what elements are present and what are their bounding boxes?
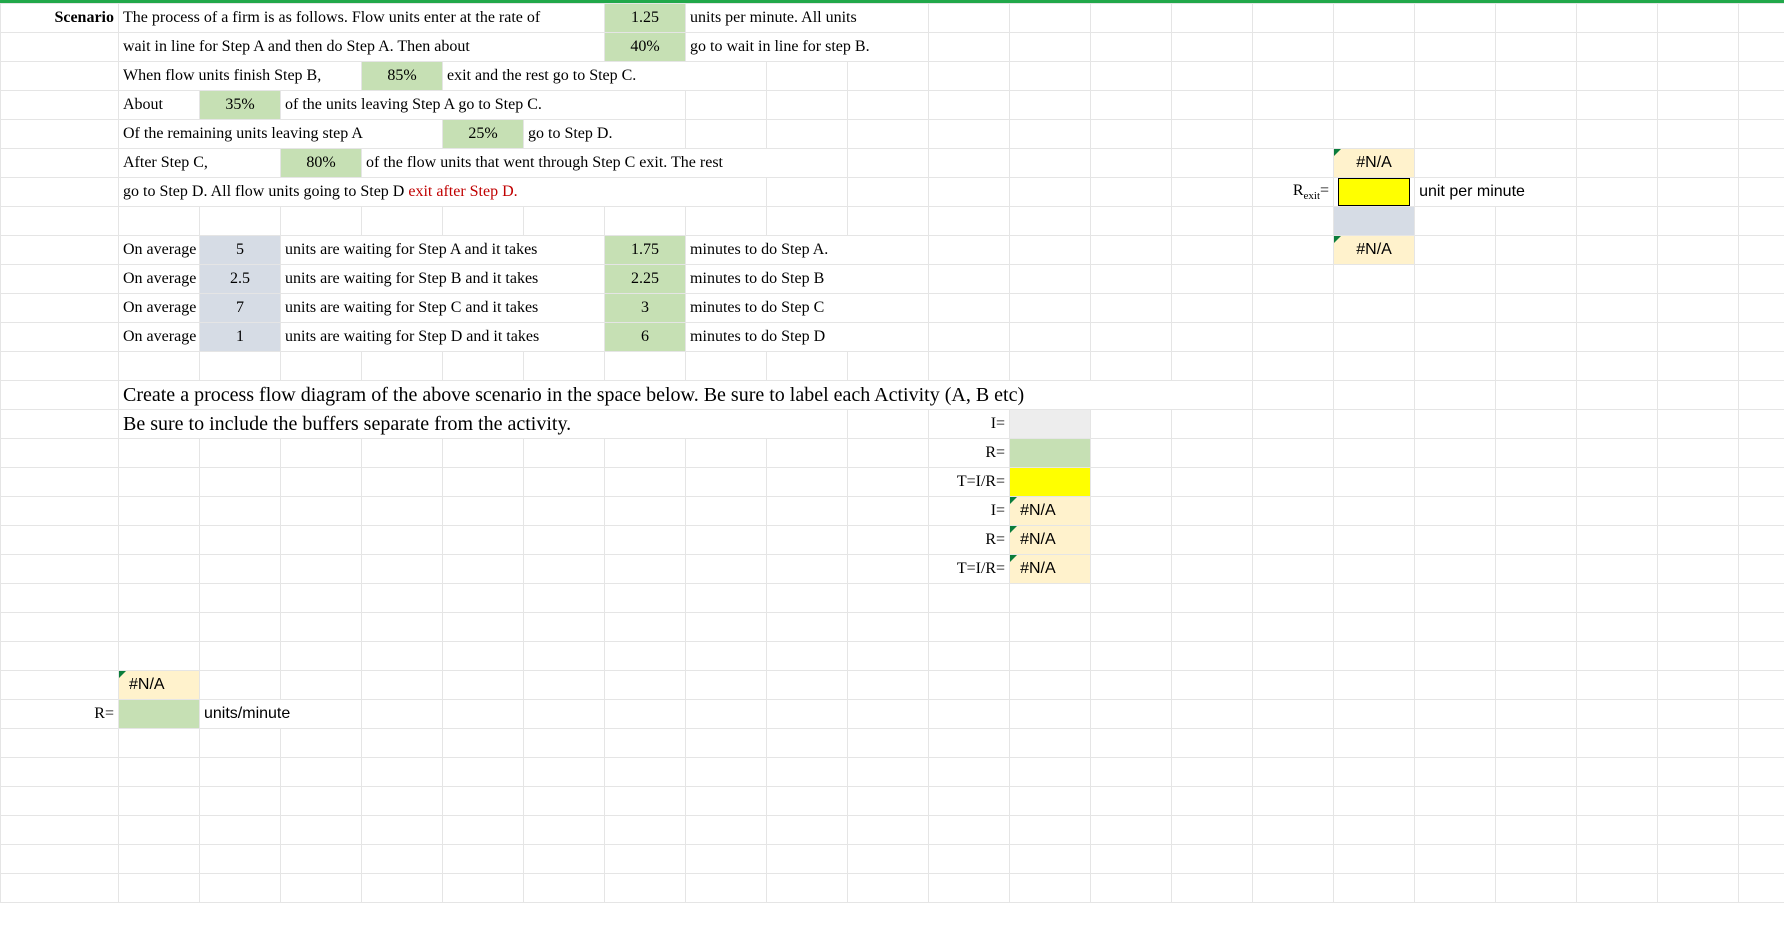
calc-i2-value: #N/A bbox=[1010, 497, 1091, 526]
text: units are waiting for Step D and it take… bbox=[281, 323, 605, 352]
text: minutes to do Step B bbox=[686, 265, 929, 294]
input-pct-a-to-c[interactable]: 35% bbox=[200, 91, 281, 120]
bottom-r-value[interactable] bbox=[119, 700, 200, 729]
calc-r2-label: R= bbox=[929, 526, 1010, 555]
text: After Step C, bbox=[119, 149, 281, 178]
input-dur-b[interactable]: 2.25 bbox=[605, 265, 686, 294]
text: units are waiting for Step C and it take… bbox=[281, 294, 605, 323]
text: of the units leaving Step A go to Step C… bbox=[281, 91, 686, 120]
text: minutes to do Step A. bbox=[686, 236, 929, 265]
calc-tir2-label: T=I/R= bbox=[929, 555, 1010, 584]
text: exit and the rest go to Step C. bbox=[443, 62, 767, 91]
input-pct-b-exit[interactable]: 85% bbox=[362, 62, 443, 91]
calc-i-value[interactable] bbox=[1010, 410, 1091, 439]
blue-cell[interactable] bbox=[1334, 207, 1415, 236]
text: About bbox=[119, 91, 200, 120]
scenario-label: Scenario bbox=[1, 4, 119, 33]
text: units per minute. All units bbox=[686, 4, 929, 33]
input-wait-d[interactable]: 1 bbox=[200, 323, 281, 352]
text: When flow units finish Step B, bbox=[119, 62, 362, 91]
bottom-r-unit: units/minute bbox=[200, 700, 362, 729]
calc-r-label: R= bbox=[929, 439, 1010, 468]
calc-r-value[interactable] bbox=[1010, 439, 1091, 468]
input-wait-a[interactable]: 5 bbox=[200, 236, 281, 265]
input-dur-c[interactable]: 3 bbox=[605, 294, 686, 323]
text: units are waiting for Step B and it take… bbox=[281, 265, 605, 294]
text: go to Step D. bbox=[524, 120, 686, 149]
text: Be sure to include the buffers separate … bbox=[119, 410, 848, 439]
text: go to Step D. All flow units going to St… bbox=[123, 183, 408, 200]
calc-tir-label: T=I/R= bbox=[929, 468, 1010, 497]
calc-tir-value[interactable] bbox=[1010, 468, 1091, 497]
text-row7: go to Step D. All flow units going to St… bbox=[119, 178, 767, 207]
calc-i-label: I= bbox=[929, 410, 1010, 439]
input-wait-b[interactable]: 2.5 bbox=[200, 265, 281, 294]
text: On average bbox=[119, 265, 200, 294]
text: of the flow units that went through Step… bbox=[362, 149, 848, 178]
input-pct-to-b[interactable]: 40% bbox=[605, 33, 686, 62]
spreadsheet-sheet[interactable]: Scenario The process of a firm is as fol… bbox=[0, 0, 1784, 932]
rexit-unit: unit per minute bbox=[1415, 178, 1577, 207]
input-rate[interactable]: 1.25 bbox=[605, 4, 686, 33]
text: Of the remaining units leaving step A bbox=[119, 120, 443, 149]
rexit-input[interactable] bbox=[1334, 178, 1415, 207]
input-dur-d[interactable]: 6 bbox=[605, 323, 686, 352]
text: Create a process flow diagram of the abo… bbox=[119, 381, 1253, 410]
input-pct-a-to-d[interactable]: 25% bbox=[443, 120, 524, 149]
calc-r2-value: #N/A bbox=[1010, 526, 1091, 555]
text: go to wait in line for step B. bbox=[686, 33, 929, 62]
spreadsheet-grid[interactable]: Scenario The process of a firm is as fol… bbox=[0, 3, 1784, 903]
text: minutes to do Step C bbox=[686, 294, 929, 323]
calc-tir2-value: #N/A bbox=[1010, 555, 1091, 584]
text: On average bbox=[119, 294, 200, 323]
input-dur-a[interactable]: 1.75 bbox=[605, 236, 686, 265]
input-pct-c-exit[interactable]: 80% bbox=[281, 149, 362, 178]
error-na-1: #N/A bbox=[1334, 149, 1415, 178]
text: The process of a firm is as follows. Flo… bbox=[119, 4, 605, 33]
rexit-label: Rexit= bbox=[1253, 178, 1334, 207]
text: On average bbox=[119, 236, 200, 265]
text: minutes to do Step D bbox=[686, 323, 929, 352]
bottom-na: #N/A bbox=[119, 671, 200, 700]
text: units are waiting for Step A and it take… bbox=[281, 236, 605, 265]
calc-i2-label: I= bbox=[929, 497, 1010, 526]
text-red: exit after Step D. bbox=[408, 183, 517, 200]
text: On average bbox=[119, 323, 200, 352]
input-wait-c[interactable]: 7 bbox=[200, 294, 281, 323]
error-na-2: #N/A bbox=[1334, 236, 1415, 265]
bottom-r-label: R= bbox=[1, 700, 119, 729]
text: wait in line for Step A and then do Step… bbox=[119, 33, 605, 62]
